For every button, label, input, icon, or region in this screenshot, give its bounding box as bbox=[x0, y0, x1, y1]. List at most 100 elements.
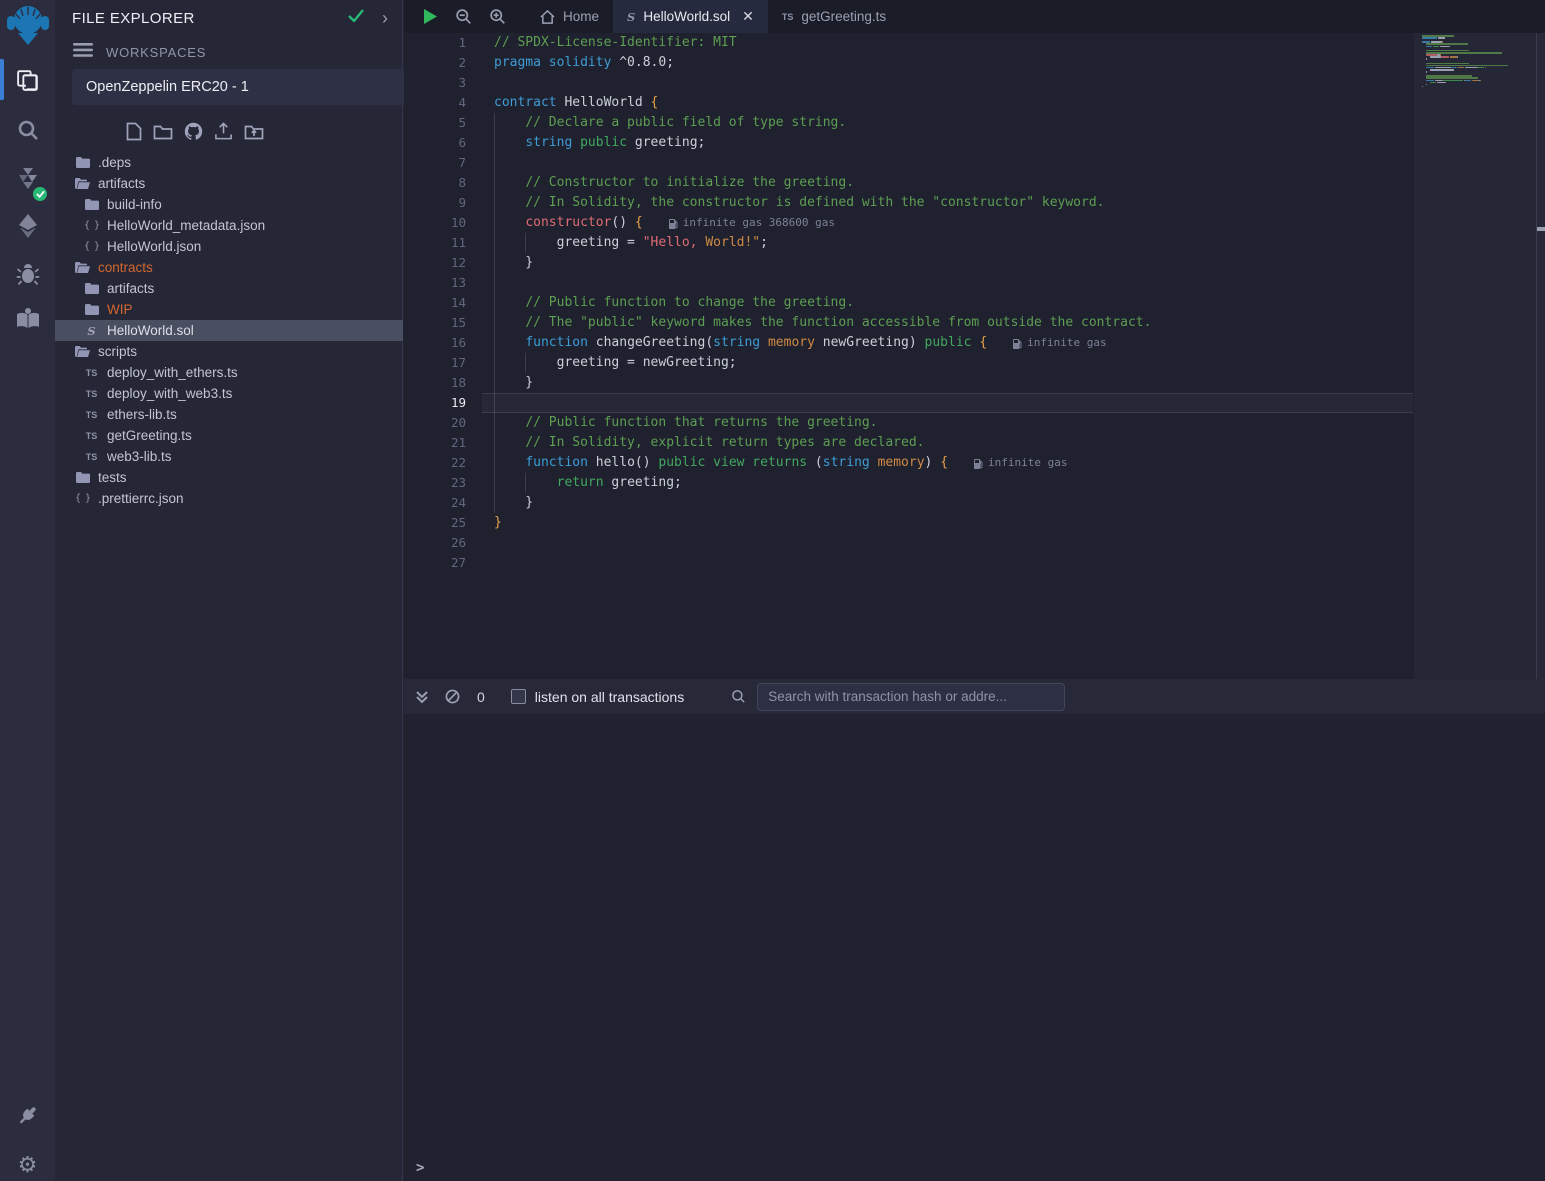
learneth-icon[interactable] bbox=[0, 298, 55, 338]
ts-icon: TS bbox=[782, 12, 794, 22]
code-line-2: 2pragma solidity ^0.8.0; bbox=[404, 53, 1414, 73]
search-icon[interactable] bbox=[0, 110, 55, 150]
minimap-line bbox=[1430, 69, 1453, 71]
json-icon: { } bbox=[83, 241, 100, 252]
code-line-4: 4contract HelloWorld { bbox=[404, 93, 1414, 113]
tree-item-contracts[interactable]: contracts bbox=[55, 257, 403, 278]
minimap-line bbox=[1465, 67, 1478, 69]
zoom-in-icon[interactable] bbox=[489, 8, 506, 25]
tree-item-helloworld-metadata-json[interactable]: { }HelloWorld_metadata.json bbox=[55, 215, 403, 236]
tree-item-ethers-lib-ts[interactable]: TSethers-lib.ts bbox=[55, 404, 403, 425]
line-number: 15 bbox=[404, 313, 482, 333]
terminal-content[interactable]: > bbox=[404, 714, 1545, 1181]
tree-item-wip[interactable]: WIP bbox=[55, 299, 403, 320]
tree-item-label: tests bbox=[98, 470, 127, 485]
terminal-prompt: > bbox=[416, 1160, 424, 1176]
code-editor[interactable]: 1// SPDX-License-Identifier: MIT2pragma … bbox=[404, 33, 1414, 679]
tree-item-deploy-with-web3-ts[interactable]: TSdeploy_with_web3.ts bbox=[55, 383, 403, 404]
ts-icon: TS bbox=[83, 452, 100, 462]
tree-item-label: WIP bbox=[107, 302, 133, 317]
gas-estimate-hint: infinite gas 368600 gas bbox=[669, 213, 835, 233]
code-line-10: 10 constructor() {infinite gas 368600 ga… bbox=[404, 213, 1414, 233]
tree-item-getgreeting-ts[interactable]: TSgetGreeting.ts bbox=[55, 425, 403, 446]
terminal-search-input[interactable] bbox=[757, 683, 1065, 711]
open-folder-icon[interactable] bbox=[244, 123, 264, 140]
line-number: 5 bbox=[404, 113, 482, 133]
run-script-button[interactable] bbox=[423, 8, 438, 25]
folder-open-icon bbox=[74, 262, 91, 273]
code-line-1: 1// SPDX-License-Identifier: MIT bbox=[404, 33, 1414, 53]
code-line-7: 7 bbox=[404, 153, 1414, 173]
file-tree: .deps artifacts build-info { }HelloWorld_me… bbox=[55, 152, 403, 509]
minimap[interactable] bbox=[1414, 33, 1536, 679]
file-explorer-icon[interactable] bbox=[0, 60, 55, 100]
tree-item--prettierrc-json[interactable]: { }.prettierrc.json bbox=[55, 488, 403, 509]
tree-item-label: deploy_with_ethers.ts bbox=[107, 365, 238, 380]
tree-item-artifacts[interactable]: artifacts bbox=[55, 173, 403, 194]
code-line-13: 13 bbox=[404, 273, 1414, 293]
code-line-16: 16 function changeGreeting(string memory… bbox=[404, 333, 1414, 353]
code-line-24: 24 } bbox=[404, 493, 1414, 513]
tab-label: Home bbox=[563, 9, 599, 24]
ts-icon: TS bbox=[83, 389, 100, 399]
close-tab-icon[interactable]: ✕ bbox=[742, 8, 754, 25]
line-number: 10 bbox=[404, 213, 482, 233]
listen-transactions-checkbox[interactable] bbox=[511, 689, 526, 704]
minimap-line bbox=[1480, 80, 1481, 82]
listen-transactions-label: listen on all transactions bbox=[535, 689, 684, 705]
minimap-line bbox=[1441, 56, 1448, 58]
debugger-icon[interactable] bbox=[0, 254, 55, 294]
remix-logo-icon[interactable] bbox=[0, 1, 55, 51]
line-number: 18 bbox=[404, 373, 482, 393]
line-number: 27 bbox=[404, 553, 482, 573]
plugin-manager-icon[interactable] bbox=[0, 1095, 55, 1135]
panel-expand-chevron-icon[interactable]: › bbox=[382, 9, 388, 27]
tree-item-label: scripts bbox=[98, 344, 137, 359]
file-explorer-panel: FILE EXPLORER › WORKSPACES OpenZeppelin … bbox=[55, 0, 403, 1181]
tab-home[interactable]: Home bbox=[526, 0, 613, 33]
tree-item-label: artifacts bbox=[98, 176, 145, 191]
gas-estimate-hint: infinite gas bbox=[1013, 333, 1106, 353]
tree-item-label: .deps bbox=[98, 155, 131, 170]
workspace-select[interactable]: OpenZeppelin ERC20 - 1 bbox=[72, 69, 440, 105]
upload-file-icon[interactable] bbox=[214, 122, 233, 141]
tab-getgreeting-ts[interactable]: TS getGreeting.ts bbox=[768, 0, 900, 33]
new-file-icon[interactable] bbox=[126, 122, 142, 141]
code-line-12: 12 } bbox=[404, 253, 1414, 273]
tree-item-scripts[interactable]: scripts bbox=[55, 341, 403, 362]
line-number: 23 bbox=[404, 473, 482, 493]
tab-label: getGreeting.ts bbox=[801, 9, 886, 24]
clear-console-icon[interactable] bbox=[445, 689, 460, 704]
tree-item-tests[interactable]: tests bbox=[55, 467, 403, 488]
tree-item-helloworld-sol[interactable]: SHelloWorld.sol bbox=[55, 320, 403, 341]
scrollbar-handle[interactable] bbox=[1537, 227, 1545, 231]
tree-item-deploy-with-ethers-ts[interactable]: TSdeploy_with_ethers.ts bbox=[55, 362, 403, 383]
deploy-and-run-icon[interactable] bbox=[0, 206, 55, 246]
workspaces-menu-icon[interactable] bbox=[73, 43, 93, 62]
github-icon[interactable] bbox=[184, 122, 203, 141]
tree-item--deps[interactable]: .deps bbox=[55, 152, 403, 173]
minimap-line bbox=[1435, 80, 1443, 82]
code-line-11: 11 greeting = "Hello, World!"; bbox=[404, 233, 1414, 253]
settings-icon[interactable]: ⚙ bbox=[0, 1145, 55, 1181]
line-number: 19 bbox=[404, 393, 482, 413]
tree-item-label: contracts bbox=[98, 260, 153, 275]
line-number: 26 bbox=[404, 533, 482, 553]
tree-item-build-info[interactable]: build-info bbox=[55, 194, 403, 215]
minimap-line bbox=[1458, 67, 1464, 69]
tree-item-label: build-info bbox=[107, 197, 162, 212]
code-line-18: 18 } bbox=[404, 373, 1414, 393]
new-folder-icon[interactable] bbox=[153, 123, 173, 140]
solidity-compiler-icon[interactable] bbox=[0, 158, 55, 198]
home-icon bbox=[540, 10, 555, 24]
tree-item-label: HelloWorld.sol bbox=[107, 323, 194, 338]
line-number: 12 bbox=[404, 253, 482, 273]
collapse-terminal-icon[interactable] bbox=[415, 690, 429, 704]
tab-helloworld-sol[interactable]: SHelloWorld.sol✕ bbox=[613, 0, 768, 33]
zoom-out-icon[interactable] bbox=[455, 8, 472, 25]
terminal-search-icon bbox=[731, 689, 746, 704]
minimap-line bbox=[1440, 46, 1449, 48]
tree-item-web3-lib-ts[interactable]: TSweb3-lib.ts bbox=[55, 446, 403, 467]
tree-item-artifacts[interactable]: artifacts bbox=[55, 278, 403, 299]
tree-item-helloworld-json[interactable]: { }HelloWorld.json bbox=[55, 236, 403, 257]
